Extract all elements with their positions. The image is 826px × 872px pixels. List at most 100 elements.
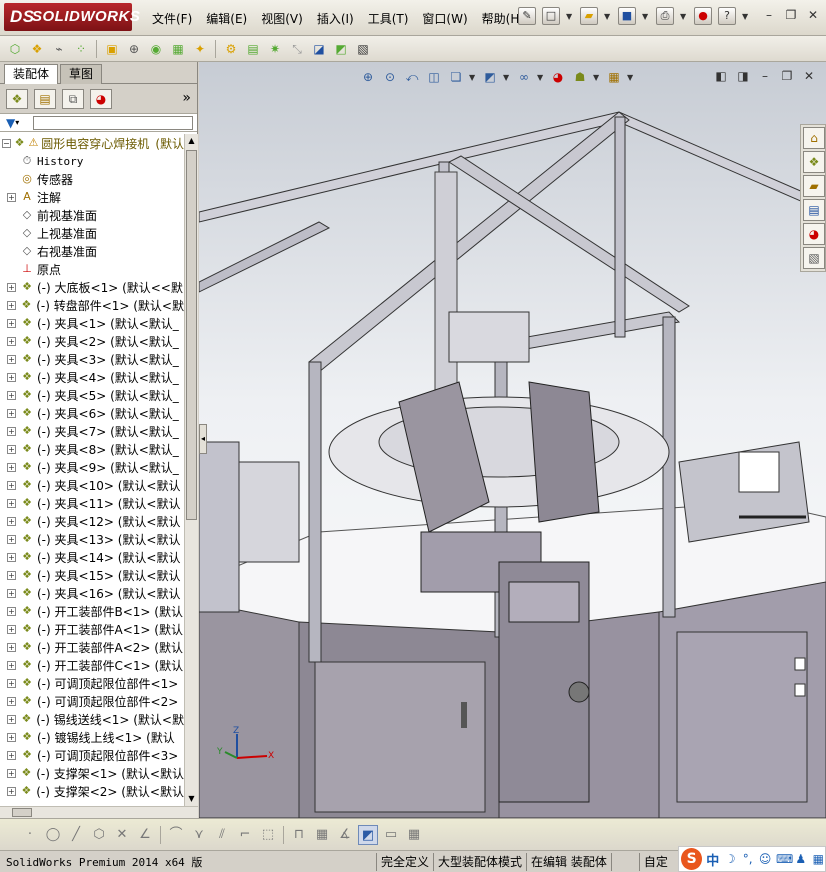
view-settings-icon[interactable]: ▦ (605, 68, 623, 86)
expand-icon[interactable]: + (7, 372, 16, 382)
point-icon[interactable]: · (20, 825, 40, 845)
print-dropdown-icon[interactable]: ▼ (680, 12, 688, 21)
doc-restore-icon[interactable]: ❐ (780, 70, 794, 84)
grid-icon[interactable]: ▦ (312, 825, 332, 845)
expand-icon[interactable]: + (7, 786, 16, 796)
open-dropdown-icon[interactable]: ▼ (604, 12, 612, 21)
close-icon[interactable]: ✕ (806, 9, 820, 23)
filter-input[interactable] (33, 115, 194, 130)
menu-item-2[interactable]: 视图(V) (255, 8, 311, 29)
expand-icon[interactable]: + (7, 480, 16, 490)
minimize-icon[interactable]: – (762, 9, 776, 23)
view-orientation-icon[interactable]: ❏ (447, 68, 465, 86)
scroll-down-icon[interactable]: ▼ (185, 792, 198, 806)
menu-item-4[interactable]: 工具(T) (362, 8, 417, 29)
expand-icon[interactable]: + (7, 732, 16, 742)
pattern-icon[interactable]: ⁘ (72, 40, 90, 58)
split-grid-icon[interactable]: ▦ (404, 825, 424, 845)
expand-icon[interactable]: + (7, 642, 16, 652)
ime-emoji-icon[interactable]: ☺ (758, 852, 772, 866)
solidworks-logo[interactable]: DS SOLIDWORKS (4, 3, 140, 31)
reference-geometry-icon[interactable]: ✦ (191, 40, 209, 58)
open-folder-icon[interactable]: ▰ (580, 7, 598, 25)
ime-moon-icon[interactable]: ☽ (723, 852, 737, 866)
interference-detection-icon[interactable]: ◪ (310, 40, 328, 58)
pin-icon[interactable]: ✎ (518, 7, 536, 25)
instant3d-icon[interactable]: ▧ (354, 40, 372, 58)
file-explorer-icon[interactable]: ▰ (803, 175, 825, 197)
fillet-icon[interactable]: ⌒ (166, 825, 186, 845)
expand-icon[interactable]: + (7, 282, 16, 292)
tile-left-icon[interactable]: ◧ (714, 70, 728, 84)
polygon-icon[interactable]: ⬡ (89, 825, 109, 845)
tree-item[interactable]: + ❖ (-) 夹具<5> (默认<默认_ (0, 386, 184, 404)
insert-component-icon[interactable]: ⬡ (6, 40, 24, 58)
section-view-icon[interactable]: ◫ (425, 68, 443, 86)
print-icon[interactable]: ⎙ (656, 7, 674, 25)
tree-item[interactable]: + ❖ (-) 锡线送线<1> (默认<默 (0, 710, 184, 728)
expand-icon[interactable]: + (7, 336, 16, 346)
design-library-icon[interactable]: ❖ (803, 151, 825, 173)
expand-icon[interactable]: + (7, 444, 16, 454)
circle-icon[interactable]: ◯ (43, 825, 63, 845)
help-dropdown-icon[interactable]: ▼ (742, 12, 750, 21)
tree-item[interactable]: + ❖ (-) 夹具<6> (默认<默认_ (0, 404, 184, 422)
show-hidden-icon[interactable]: ◉ (147, 40, 165, 58)
expand-icon[interactable]: + (7, 408, 16, 418)
sogou-logo-icon[interactable]: S (681, 848, 703, 870)
save-icon[interactable]: ■ (618, 7, 636, 25)
hide-show-items-icon[interactable]: ∞ (515, 68, 533, 86)
expand-icon[interactable]: + (7, 714, 16, 724)
property-manager-icon[interactable]: ▤ (34, 88, 56, 109)
menu-item-1[interactable]: 编辑(E) (200, 8, 255, 29)
expand-icon[interactable]: + (7, 354, 16, 364)
tree-item[interactable]: + ❖ (-) 夹具<8> (默认<默认_ (0, 440, 184, 458)
tree-item[interactable]: + ❖ (-) 大底板<1> (默认<<默 (0, 278, 184, 296)
edit-appearance-icon[interactable]: ◕ (549, 68, 567, 86)
tree-vertical-scrollbar[interactable]: ▲ ▼ (184, 134, 198, 806)
new-motion-study-icon[interactable]: ⚙ (222, 40, 240, 58)
custom-properties-icon[interactable]: ▧ (803, 247, 825, 269)
explode-line-sketch-icon[interactable]: ⤡ (288, 40, 306, 58)
ime-language[interactable]: 中 (706, 850, 719, 869)
doc-close-icon[interactable]: ✕ (802, 70, 816, 84)
collapse-icon[interactable]: − (2, 138, 11, 148)
scene-dropdown-icon[interactable]: ▼ (593, 73, 601, 82)
hide-show-dropdown-icon[interactable]: ▼ (537, 73, 545, 82)
mate-icon[interactable]: ⌁ (50, 40, 68, 58)
view-orientation-dropdown-icon[interactable]: ▼ (469, 73, 477, 82)
new-part-icon[interactable]: ❖ (28, 40, 46, 58)
tree-item[interactable]: + ❖ (-) 夹具<14> (默认<默认 (0, 548, 184, 566)
tree-item[interactable]: + ❖ (-) 夹具<9> (默认<默认_ (0, 458, 184, 476)
zoom-to-fit-icon[interactable]: ⊕ (359, 68, 377, 86)
solidworks-resources-icon[interactable]: ⌂ (803, 127, 825, 149)
bill-of-materials-icon[interactable]: ▤ (244, 40, 262, 58)
menu-item-5[interactable]: 窗口(W) (416, 8, 475, 29)
graphics-area[interactable]: ⊕ ⊙ ⤺ ◫ ❏ ▼ ◩ ▼ ∞ ▼ ◕ ☗ ▼ ▦ ▼ ◧ ◨ – ❐ ✕ ⌂ ❖ ▰… (199, 62, 826, 818)
expand-icon[interactable]: + (7, 498, 16, 508)
tree-item[interactable]: + ❖ (-) 夹具<15> (默认<默认 (0, 566, 184, 584)
clearance-verification-icon[interactable]: ◩ (332, 40, 350, 58)
expand-icon[interactable]: + (7, 552, 16, 562)
extend-icon[interactable]: ∠ (135, 825, 155, 845)
menu-item-3[interactable]: 插入(I) (311, 8, 362, 29)
tree-item[interactable]: + ❖ (-) 夹具<2> (默认<默认_ (0, 332, 184, 350)
tree-item[interactable]: + ❖ (-) 支撑架<2> (默认<默认 (0, 782, 184, 800)
tree-item[interactable]: + ❖ (-) 可调顶起限位部件<1> (0, 674, 184, 692)
display-style-dropdown-icon[interactable]: ▼ (503, 73, 511, 82)
tree-item[interactable]: + ❖ (-) 夹具<1> (默认<默认_ (0, 314, 184, 332)
menu-item-0[interactable]: 文件(F) (146, 8, 200, 29)
filter-icon[interactable]: ▼ (6, 116, 15, 130)
scroll-thumb[interactable] (186, 150, 197, 520)
tree-item[interactable]: ⏱ History (0, 152, 184, 170)
tree-item[interactable]: + ❖ (-) 开工装部件C<1> (默认 (0, 656, 184, 674)
previous-view-icon[interactable]: ⤺ (403, 68, 421, 86)
display-style-icon[interactable]: ◩ (481, 68, 499, 86)
smart-fasteners-icon[interactable]: ▣ (103, 40, 121, 58)
ime-punctuation-icon[interactable]: °, (741, 852, 755, 866)
tree-item[interactable]: + ❖ (-) 夹具<12> (默认<默认 (0, 512, 184, 530)
more-tabs-icon[interactable]: » (182, 90, 191, 106)
expand-icon[interactable]: + (7, 390, 16, 400)
save-dropdown-icon[interactable]: ▼ (642, 12, 650, 21)
offset-icon[interactable]: ⫽ (212, 825, 232, 845)
